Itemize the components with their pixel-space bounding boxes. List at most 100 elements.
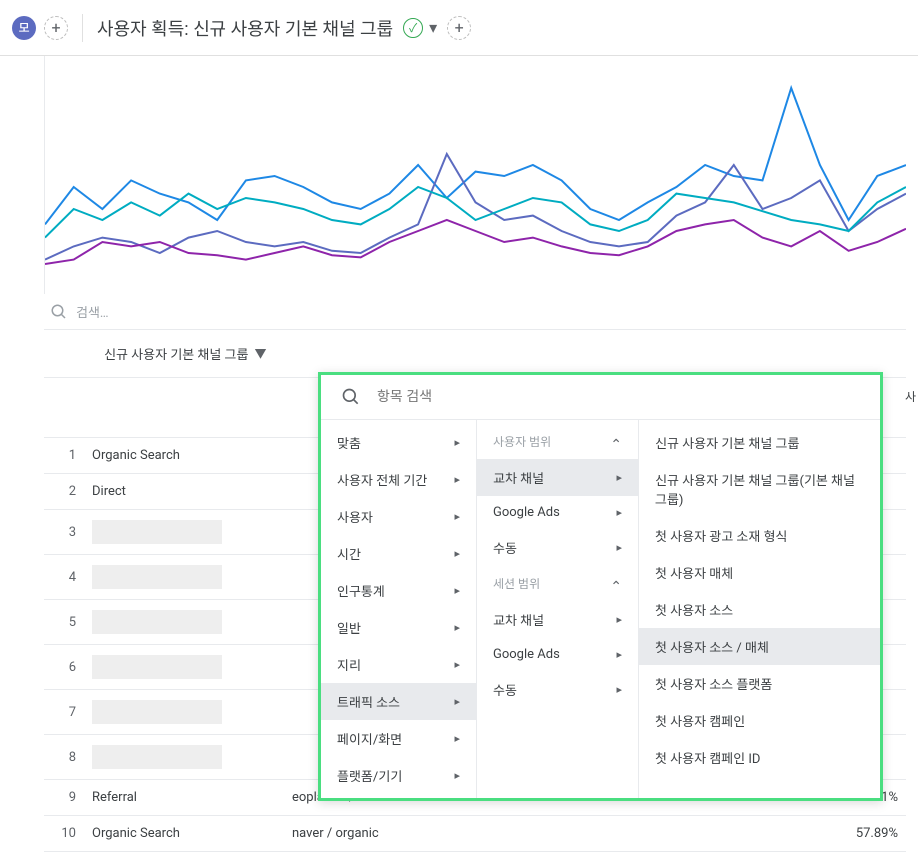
popup-item-label: 첫 사용자 캠페인 — [655, 711, 745, 730]
popup-category-item[interactable]: 사용자 — [321, 498, 476, 535]
popup-category-item[interactable]: 페이지/화면 — [321, 720, 476, 757]
popup-category-item[interactable]: 플랫폼/기기 — [321, 757, 476, 794]
popup-scope-item[interactable]: 수동 — [477, 529, 638, 566]
dimension-popup: 맞춤사용자 전체 기간사용자시간인구통계일반지리트래픽 소스페이지/화면플랫폼/… — [318, 372, 883, 801]
popup-category-item[interactable]: 맞춤 — [321, 424, 476, 461]
popup-category-item[interactable]: 트래픽 소스 — [321, 683, 476, 720]
popup-item-label: 페이지/화면 — [337, 729, 402, 748]
popup-category-item[interactable]: 인구통계 — [321, 572, 476, 609]
redacted-block — [92, 655, 222, 679]
popup-item-label: 신규 사용자 기본 채널 그룹 — [655, 433, 799, 452]
popup-category-item[interactable]: 사용자 전체 기간 — [321, 461, 476, 498]
popup-dimension-item[interactable]: 신규 사용자 기본 채널 그룹(기본 채널 그룹) — [639, 461, 880, 517]
popup-scope-item[interactable]: 교차 채널 — [477, 459, 638, 496]
search-icon — [50, 303, 68, 321]
redacted-block — [92, 565, 222, 589]
popup-item-label: 일반 — [337, 618, 361, 637]
table-search[interactable]: 검색… — [50, 302, 900, 321]
popup-item-label: 첫 사용자 광고 소재 형식 — [655, 526, 788, 545]
popup-dimension-item[interactable]: 첫 사용자 캠페인 ID — [639, 739, 880, 776]
popup-scope-header[interactable]: 세션 범위 — [477, 566, 638, 601]
popup-scope-item[interactable]: Google Ads — [477, 638, 638, 671]
popup-item-label: 수동 — [493, 538, 517, 557]
row-index: 1 — [44, 438, 84, 474]
popup-item-label: 사용자 — [337, 507, 373, 526]
dimension-picker[interactable]: 신규 사용자 기본 채널 그룹 — [104, 344, 248, 363]
popup-item-label: 첫 사용자 매체 — [655, 563, 733, 582]
popup-item-label: 시간 — [337, 544, 361, 563]
row-dimension: Referral — [84, 780, 284, 816]
row-index: 7 — [44, 690, 84, 735]
right-cut-label: 사 — [905, 388, 916, 405]
search-icon — [341, 387, 361, 407]
popup-item-label: 인구통계 — [337, 581, 385, 600]
status-check-icon[interactable]: ✓ — [403, 18, 423, 38]
popup-item-label: 첫 사용자 소스 플랫폼 — [655, 674, 772, 693]
popup-scope-header[interactable]: 사용자 범위 — [477, 424, 638, 459]
popup-scope-item[interactable]: Google Ads — [477, 496, 638, 529]
popup-column-dimensions: 신규 사용자 기본 채널 그룹신규 사용자 기본 채널 그룹(기본 채널 그룹)… — [639, 420, 880, 798]
popup-dimension-item[interactable]: 첫 사용자 광고 소재 형식 — [639, 517, 880, 554]
row-index: 6 — [44, 645, 84, 690]
table-row[interactable]: 10Organic Searchnaver / organic57.89% — [44, 816, 906, 852]
redacted-block — [92, 610, 222, 634]
popup-dimension-item[interactable]: 신규 사용자 기본 채널 그룹 — [639, 424, 880, 461]
popup-scope-item[interactable]: 교차 채널 — [477, 601, 638, 638]
row-dimension — [84, 510, 284, 555]
search-placeholder: 검색… — [76, 302, 109, 321]
popup-item-label: 첫 사용자 캠페인 ID — [655, 748, 760, 767]
popup-category-item[interactable]: 지리 — [321, 646, 476, 683]
row-index: 4 — [44, 555, 84, 600]
popup-scope-item[interactable]: 수동 — [477, 671, 638, 708]
popup-dimension-item[interactable]: 첫 사용자 캠페인 — [639, 702, 880, 739]
chart-area — [44, 56, 906, 294]
add-segment-button[interactable]: + — [44, 16, 68, 40]
popup-dimension-item[interactable]: 첫 사용자 소스 / 매체 — [639, 628, 880, 665]
popup-dimension-item[interactable]: 첫 사용자 매체 — [639, 554, 880, 591]
popup-search-input[interactable] — [377, 389, 860, 405]
popup-item-label: 신규 사용자 기본 채널 그룹(기본 채널 그룹) — [655, 470, 864, 508]
row-index: 8 — [44, 735, 84, 780]
chevron-down-icon[interactable]: ▾ — [429, 18, 437, 37]
line-chart — [45, 66, 906, 286]
popup-item-label: 플랫폼/기기 — [337, 766, 402, 785]
row-dimension — [84, 600, 284, 645]
row-dimension — [84, 555, 284, 600]
row-index: 9 — [44, 780, 84, 816]
row-dimension — [84, 690, 284, 735]
add-comparison-button[interactable]: + — [447, 16, 471, 40]
popup-dimension-item[interactable]: 첫 사용자 소스 플랫폼 — [639, 665, 880, 702]
row-dimension: Organic Search — [84, 438, 284, 474]
row-dimension: Direct — [84, 474, 284, 510]
chevron-down-icon[interactable]: ▼ — [254, 345, 266, 362]
redacted-block — [92, 520, 222, 544]
popup-column-scopes: 사용자 범위교차 채널Google Ads수동세션 범위교차 채널Google … — [477, 420, 639, 798]
row-index: 5 — [44, 600, 84, 645]
popup-item-label: 맞춤 — [337, 433, 361, 452]
dimension-row: 신규 사용자 기본 채널 그룹 ▼ — [44, 330, 906, 378]
chart-series — [45, 154, 906, 260]
popup-dimension-item[interactable]: 첫 사용자 소스 — [639, 591, 880, 628]
redacted-block — [92, 745, 222, 769]
row-dimension — [84, 735, 284, 780]
divider — [82, 14, 83, 42]
popup-item-label: 수동 — [493, 680, 517, 699]
page-title: 사용자 획득: 신규 사용자 기본 채널 그룹 — [97, 15, 393, 41]
redacted-block — [92, 700, 222, 724]
popup-category-item[interactable]: 일반 — [321, 609, 476, 646]
popup-item-label: 트래픽 소스 — [337, 692, 400, 711]
avatar[interactable]: 모 — [12, 16, 36, 40]
popup-item-label: Google Ads — [493, 647, 560, 662]
popup-item-label: 첫 사용자 소스 / 매체 — [655, 637, 769, 656]
popup-body: 맞춤사용자 전체 기간사용자시간인구통계일반지리트래픽 소스페이지/화면플랫폼/… — [321, 420, 880, 798]
table-search-row: 검색… — [44, 294, 906, 330]
popup-item-label: Google Ads — [493, 505, 560, 520]
popup-header-label: 사용자 범위 — [493, 433, 551, 450]
popup-item-label: 교차 채널 — [493, 468, 544, 487]
row-dimension — [84, 645, 284, 690]
topbar: 모 + 사용자 획득: 신규 사용자 기본 채널 그룹 ✓ ▾ + — [0, 0, 918, 56]
chart-series — [45, 220, 906, 264]
popup-category-item[interactable]: 시간 — [321, 535, 476, 572]
row-source: naver / organic — [284, 816, 806, 852]
popup-column-categories: 맞춤사용자 전체 기간사용자시간인구통계일반지리트래픽 소스페이지/화면플랫폼/… — [321, 420, 477, 798]
